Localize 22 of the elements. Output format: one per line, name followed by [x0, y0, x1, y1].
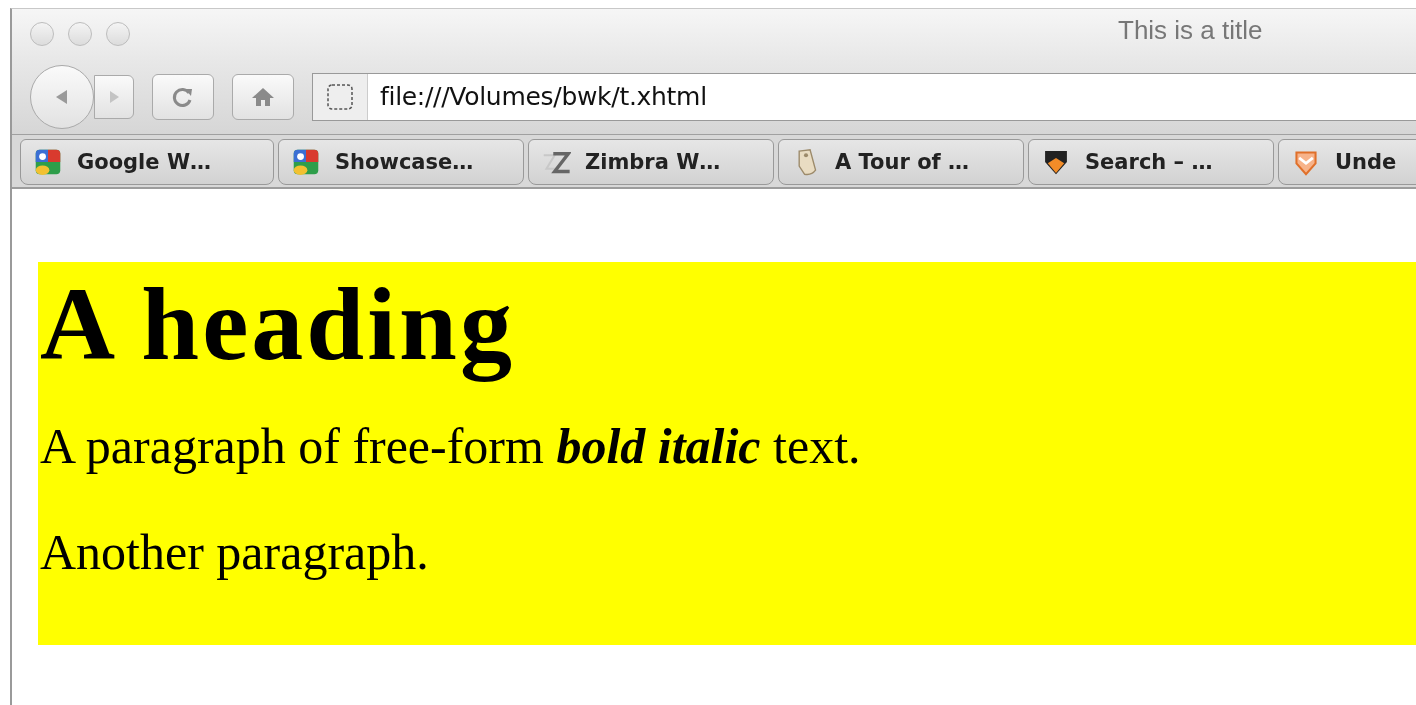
- forward-button[interactable]: [94, 74, 134, 119]
- address-field[interactable]: file:///Volumes/bwk/t.xhtml: [312, 72, 1416, 121]
- bookmark-button[interactable]: Zimbra W…: [528, 139, 774, 185]
- bookmark-button[interactable]: Showcase…: [278, 139, 524, 185]
- home-button[interactable]: [232, 73, 294, 120]
- page-heading: A heading: [40, 265, 516, 384]
- paragraph: Another paragraph.: [40, 524, 430, 580]
- window-title: This is a title: [1118, 15, 1263, 46]
- bookmark-button[interactable]: Search – …: [1028, 139, 1274, 185]
- bookmark-button[interactable]: A Tour of …: [778, 139, 1024, 185]
- bookmark-button[interactable]: Google W…: [20, 139, 274, 185]
- tile-icon: [291, 147, 321, 177]
- reload-button[interactable]: [152, 73, 214, 120]
- bookmark-button[interactable]: Unde: [1278, 139, 1416, 185]
- window-control-button[interactable]: [68, 22, 92, 46]
- paragraph: A paragraph of free-form bold italic text.: [40, 418, 862, 474]
- page-icon: [326, 82, 354, 111]
- window-control-button[interactable]: [30, 22, 54, 46]
- window-control-button[interactable]: [106, 22, 130, 46]
- home-icon: [250, 85, 276, 108]
- right-triangle-icon: [107, 88, 121, 105]
- tile-icon: [33, 147, 63, 177]
